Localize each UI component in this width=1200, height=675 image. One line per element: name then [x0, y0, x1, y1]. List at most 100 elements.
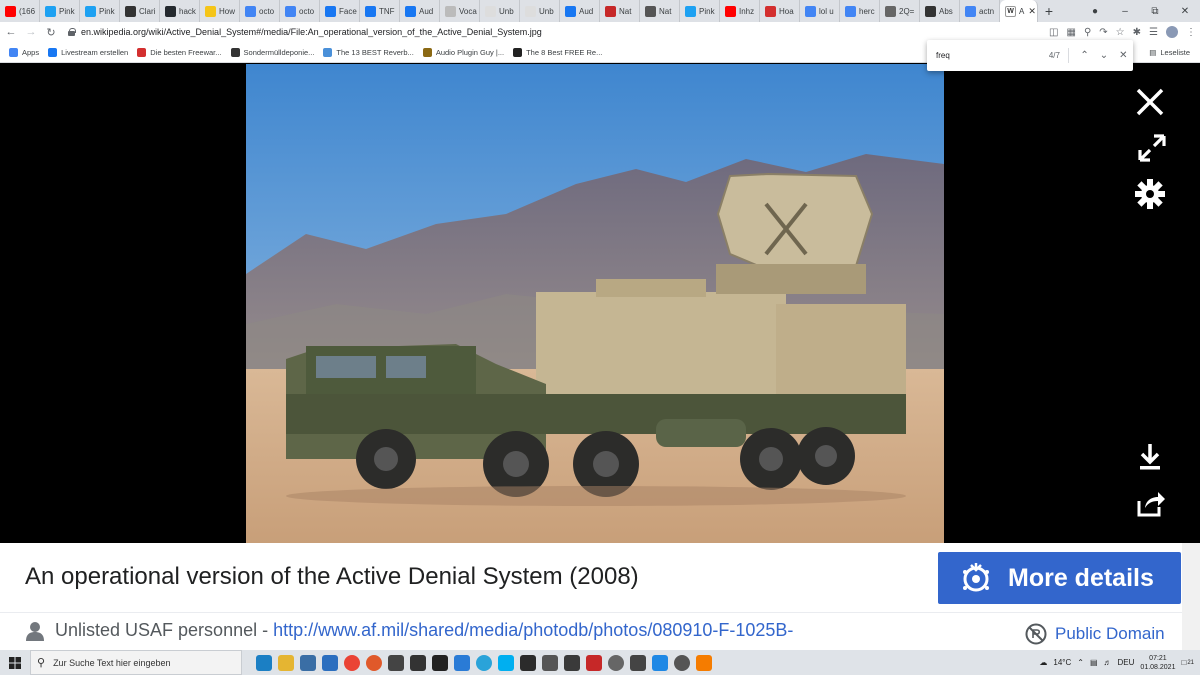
notification-center[interactable]: □ 21 — [1181, 658, 1194, 667]
telegram-icon[interactable] — [476, 654, 492, 671]
close-icon[interactable] — [1134, 86, 1166, 118]
download-icon[interactable] — [1134, 441, 1166, 473]
find-previous-button[interactable]: ⌃ — [1075, 50, 1094, 61]
volume-icon[interactable]: ♬ — [1104, 658, 1112, 667]
bookmark-item[interactable]: Apps — [9, 47, 39, 57]
app-icon[interactable] — [630, 654, 646, 671]
page-icon[interactable]: ◫ — [1049, 27, 1058, 38]
close-tab-icon[interactable]: ✕ — [1028, 6, 1036, 17]
share-icon[interactable] — [1134, 487, 1166, 519]
temperature[interactable]: 14°C — [1053, 658, 1071, 667]
bookmark-item[interactable]: Sondermülldeponie... — [230, 47, 314, 57]
bookmark-item[interactable]: Audio Plugin Guy |... — [422, 47, 504, 57]
more-details-button[interactable]: More details — [938, 552, 1181, 604]
weather-icon[interactable]: ☁ — [1039, 658, 1047, 667]
chrome-icon[interactable] — [344, 654, 360, 671]
tools-icon[interactable] — [564, 654, 580, 671]
mail-icon[interactable] — [322, 654, 338, 671]
app-icon[interactable] — [586, 654, 602, 671]
ubuntu-icon[interactable] — [366, 654, 382, 671]
browser-tab[interactable]: Face — [320, 0, 360, 22]
app-icon[interactable] — [410, 654, 426, 671]
browser-tab[interactable]: octo — [240, 0, 280, 22]
app-icon[interactable] — [652, 654, 668, 671]
bookmark-item[interactable]: The 13 BEST Reverb... — [323, 47, 414, 57]
start-button[interactable] — [0, 656, 30, 669]
reload-button[interactable]: ↻ — [42, 26, 60, 39]
browser-tab-label: Abs — [939, 6, 953, 16]
browser-tab[interactable]: octo — [280, 0, 320, 22]
app-icon[interactable] — [542, 654, 558, 671]
app-icon[interactable] — [674, 654, 690, 671]
browser-tab[interactable]: Inhz — [720, 0, 760, 22]
source-link[interactable]: http://www.af.mil/shared/media/photodb/p… — [273, 620, 793, 641]
clock[interactable]: 07:21 01.08.2021 — [1140, 654, 1175, 672]
zoom-icon[interactable]: ⚲ — [1084, 27, 1091, 38]
browser-tab[interactable]: Unb — [480, 0, 520, 22]
new-tab-button[interactable]: + — [1038, 0, 1060, 22]
browser-tab[interactable]: hack — [160, 0, 200, 22]
browser-tab[interactable]: 2Q= — [880, 0, 920, 22]
share-page-icon[interactable]: ↷ — [1099, 27, 1107, 38]
browser-tab[interactable]: (166 — [0, 0, 40, 22]
browser-tab[interactable]: Nat — [640, 0, 680, 22]
browser-tab[interactable]: herc — [840, 0, 880, 22]
app-icon[interactable] — [454, 654, 470, 671]
edge-icon[interactable] — [256, 654, 272, 671]
find-next-button[interactable]: ⌄ — [1094, 50, 1113, 61]
toolbar-actions: ◫ ▦ ⚲ ↷ ☆ ✱ ☰ ⋮ — [1049, 22, 1196, 42]
file-explorer-icon[interactable] — [278, 654, 294, 671]
avatar[interactable] — [1166, 26, 1178, 38]
gear-icon[interactable] — [1134, 178, 1166, 210]
app-icon[interactable] — [608, 654, 624, 671]
network-icon[interactable]: ▤ — [1090, 658, 1098, 667]
browser-tab[interactable]: Hoa — [760, 0, 800, 22]
forward-button[interactable]: → — [22, 26, 40, 38]
license-link[interactable]: Public Domain — [1025, 623, 1165, 645]
language-indicator[interactable]: DEU — [1118, 658, 1135, 667]
browser-tab[interactable]: Aud — [560, 0, 600, 22]
browser-tab[interactable]: Pink — [680, 0, 720, 22]
browser-tab[interactable]: Unb — [520, 0, 560, 22]
browser-tab[interactable]: Voca — [440, 0, 480, 22]
bookmark-item[interactable]: Livestream erstellen — [48, 47, 128, 57]
browser-tab[interactable]: Pink — [40, 0, 80, 22]
restore-icon[interactable]: ⧉ — [1140, 0, 1170, 22]
browser-tab[interactable]: Abs — [920, 0, 960, 22]
store-icon[interactable] — [300, 654, 316, 671]
browser-tab[interactable]: Clari — [120, 0, 160, 22]
browser-tab[interactable]: Aud — [400, 0, 440, 22]
find-close-button[interactable]: ✕ — [1114, 50, 1133, 61]
address-bar-url[interactable]: en.wikipedia.org/wiki/Active_Denial_Syst… — [81, 27, 542, 37]
expand-icon[interactable] — [1136, 132, 1168, 164]
app-icon[interactable] — [388, 654, 404, 671]
bookmark-item[interactable]: The 8 Best FREE Re... — [513, 47, 602, 57]
back-button[interactable]: ← — [2, 26, 20, 38]
browser-tab[interactable]: How — [200, 0, 240, 22]
menu-icon[interactable]: ⋮ — [1186, 27, 1196, 38]
address-bar[interactable]: en.wikipedia.org/wiki/Active_Denial_Syst… — [68, 27, 542, 37]
minimize-icon[interactable]: – — [1110, 0, 1140, 22]
extensions-icon[interactable]: ✱ — [1133, 27, 1141, 38]
close-window-icon[interactable]: ✕ — [1170, 0, 1200, 22]
bookmark-item[interactable]: Die besten Freewar... — [137, 47, 222, 57]
vlc-icon[interactable] — [696, 654, 712, 671]
app-icon[interactable] — [520, 654, 536, 671]
browser-tab[interactable]: Nat — [600, 0, 640, 22]
star-icon[interactable]: ☆ — [1116, 27, 1125, 38]
browser-tab-active[interactable]: W A ✕ — [1000, 0, 1038, 22]
browser-tab[interactable]: actn — [960, 0, 1000, 22]
taskbar-search-box[interactable]: ⚲ Zur Suche Text hier eingeben — [30, 650, 242, 675]
reading-list-icon[interactable]: ☰ — [1149, 27, 1158, 38]
skype-icon[interactable] — [498, 654, 514, 671]
browser-tab[interactable]: Pink — [80, 0, 120, 22]
find-input[interactable]: freq — [936, 51, 1033, 60]
translate-icon[interactable]: ▦ — [1067, 27, 1076, 38]
reading-list-button[interactable]: ▤ Leseliste — [1149, 42, 1190, 63]
browser-tab[interactable]: TNF — [360, 0, 400, 22]
browser-tab[interactable]: lol u — [800, 0, 840, 22]
chevron-up-icon[interactable]: ⌃ — [1077, 658, 1084, 667]
tab-search-icon[interactable]: ● — [1080, 0, 1110, 22]
caption-scrollbar[interactable] — [1182, 543, 1200, 650]
live-icon[interactable] — [432, 654, 448, 671]
